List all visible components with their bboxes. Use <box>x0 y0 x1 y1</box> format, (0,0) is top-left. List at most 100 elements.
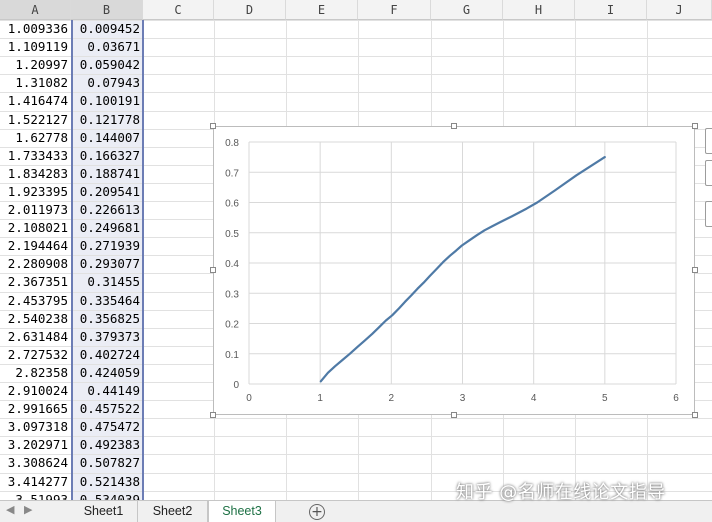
chart-resize-handle[interactable] <box>451 412 457 418</box>
column-header-j[interactable]: J <box>647 0 712 20</box>
cell-a[interactable]: 2.194464 <box>0 237 71 255</box>
chart-styles-button[interactable] <box>705 160 712 186</box>
cell-b[interactable]: 0.03671 <box>71 38 143 56</box>
x-tick-label: 3 <box>460 393 466 404</box>
y-tick-label: 0.4 <box>225 259 239 270</box>
cell-a[interactable]: 2.108021 <box>0 219 71 237</box>
cell-b[interactable]: 0.475472 <box>71 418 143 436</box>
x-tick-label: 1 <box>317 393 323 404</box>
x-tick-label: 6 <box>673 393 679 404</box>
cell-a[interactable]: 3.51993 <box>0 491 71 500</box>
cell-a[interactable]: 2.631484 <box>0 328 71 346</box>
column-header-c[interactable]: C <box>143 0 214 20</box>
cell-a[interactable]: 2.280908 <box>0 255 71 273</box>
cell-a[interactable]: 1.62778 <box>0 129 71 147</box>
cell-a[interactable]: 2.453795 <box>0 292 71 310</box>
y-tick-label: 0.1 <box>225 350 239 361</box>
cell-b[interactable]: 0.188741 <box>71 165 143 183</box>
x-tick-label: 2 <box>389 393 395 404</box>
tab-sheet1[interactable]: Sheet1 <box>70 501 138 522</box>
y-tick-label: 0.8 <box>225 138 239 149</box>
cell-a[interactable]: 1.31082 <box>0 74 71 92</box>
y-tick-label: 0.6 <box>225 199 239 210</box>
column-header-h[interactable]: H <box>503 0 575 20</box>
cell-a[interactable]: 1.923395 <box>0 183 71 201</box>
cell-b[interactable]: 0.492383 <box>71 436 143 454</box>
cell-b[interactable]: 0.100191 <box>71 92 143 110</box>
cell-b[interactable]: 0.271939 <box>71 237 143 255</box>
cell-b[interactable]: 0.402724 <box>71 346 143 364</box>
cell-b[interactable]: 0.356825 <box>71 310 143 328</box>
watermark: 知乎 @名师在线论文指导 <box>456 482 666 503</box>
cell-a[interactable]: 1.20997 <box>0 56 71 74</box>
chart-resize-handle[interactable] <box>692 267 698 273</box>
chart-resize-handle[interactable] <box>692 123 698 129</box>
chart-resize-handle[interactable] <box>451 123 457 129</box>
cell-b[interactable]: 0.335464 <box>71 292 143 310</box>
cell-b[interactable]: 0.534039 <box>71 491 143 500</box>
chart-elements-button[interactable] <box>705 128 712 154</box>
cell-b[interactable]: 0.44149 <box>71 382 143 400</box>
cell-a[interactable]: 1.009336 <box>0 20 71 38</box>
column-header-g[interactable]: G <box>431 0 503 20</box>
column-header-a[interactable]: A <box>0 0 71 20</box>
chart-resize-handle[interactable] <box>210 123 216 129</box>
cell-a[interactable]: 2.991665 <box>0 400 71 418</box>
line-chart[interactable]: 0 0.1 0.2 0.3 0.4 0.5 0.6 0.7 0.8 0 1 2 3 4 5 6 <box>213 126 695 415</box>
cell-b[interactable]: 0.457522 <box>71 400 143 418</box>
cell-a[interactable]: 2.367351 <box>0 273 71 291</box>
column-header-f[interactable]: F <box>358 0 431 20</box>
cell-a[interactable]: 3.202971 <box>0 436 71 454</box>
chart-resize-handle[interactable] <box>692 412 698 418</box>
cell-b[interactable]: 0.293077 <box>71 255 143 273</box>
column-header-d[interactable]: D <box>214 0 286 20</box>
chart-filters-button[interactable] <box>705 201 712 227</box>
y-tick-label: 0 <box>233 380 239 391</box>
column-header-i[interactable]: I <box>575 0 647 20</box>
cell-a[interactable]: 2.910024 <box>0 382 71 400</box>
spreadsheet-grid[interactable]: A B C D E F G H I J 1.009336 0.009452 1.109119 0.0367… <box>0 0 712 500</box>
cell-b[interactable]: 0.249681 <box>71 219 143 237</box>
tab-sheet2[interactable]: Sheet2 <box>138 501 208 522</box>
column-header-b[interactable]: B <box>71 0 143 20</box>
cell-a[interactable]: 3.308624 <box>0 454 71 472</box>
cell-b[interactable]: 0.31455 <box>71 273 143 291</box>
cell-a[interactable]: 1.416474 <box>0 92 71 110</box>
tab-scroll-left-icon[interactable]: ◀ <box>6 503 14 516</box>
cell-a[interactable]: 1.522127 <box>0 111 71 129</box>
y-tick-label: 0.2 <box>225 320 239 331</box>
x-tick-label: 5 <box>602 393 608 404</box>
cell-a[interactable]: 2.011973 <box>0 201 71 219</box>
cell-b[interactable]: 0.507827 <box>71 454 143 472</box>
tab-sheet3[interactable]: Sheet3 <box>208 501 276 522</box>
cell-b[interactable]: 0.07943 <box>71 74 143 92</box>
add-sheet-icon[interactable]: + <box>309 504 325 520</box>
y-tick-label: 0.3 <box>225 289 239 300</box>
chart-resize-handle[interactable] <box>210 267 216 273</box>
cell-a[interactable]: 2.727532 <box>0 346 71 364</box>
cell-b[interactable]: 0.424059 <box>71 364 143 382</box>
column-header-e[interactable]: E <box>286 0 358 20</box>
cell-a[interactable]: 3.097318 <box>0 418 71 436</box>
cell-b[interactable]: 0.121778 <box>71 111 143 129</box>
cell-a[interactable]: 1.834283 <box>0 165 71 183</box>
y-tick-label: 0.7 <box>225 168 239 179</box>
cell-b[interactable]: 0.144007 <box>71 129 143 147</box>
chart-resize-handle[interactable] <box>210 412 216 418</box>
cell-a[interactable]: 2.82358 <box>0 364 71 382</box>
cell-b[interactable]: 0.226613 <box>71 201 143 219</box>
tab-scroll-right-icon[interactable]: ▶ <box>24 503 32 516</box>
cell-a[interactable]: 1.733433 <box>0 147 71 165</box>
cell-a[interactable]: 2.540238 <box>0 310 71 328</box>
chart-svg: 0 0.1 0.2 0.3 0.4 0.5 0.6 0.7 0.8 0 1 2 3 4 5 6 <box>225 138 679 404</box>
cell-b[interactable]: 0.209541 <box>71 183 143 201</box>
cell-b[interactable]: 0.059042 <box>71 56 143 74</box>
x-tick-label: 4 <box>531 393 537 404</box>
cell-b[interactable]: 0.009452 <box>71 20 143 38</box>
cell-a[interactable]: 1.109119 <box>0 38 71 56</box>
x-tick-label: 0 <box>246 393 252 404</box>
cell-b[interactable]: 0.379373 <box>71 328 143 346</box>
cell-a[interactable]: 3.414277 <box>0 473 71 491</box>
cell-b[interactable]: 0.521438 <box>71 473 143 491</box>
cell-b[interactable]: 0.166327 <box>71 147 143 165</box>
